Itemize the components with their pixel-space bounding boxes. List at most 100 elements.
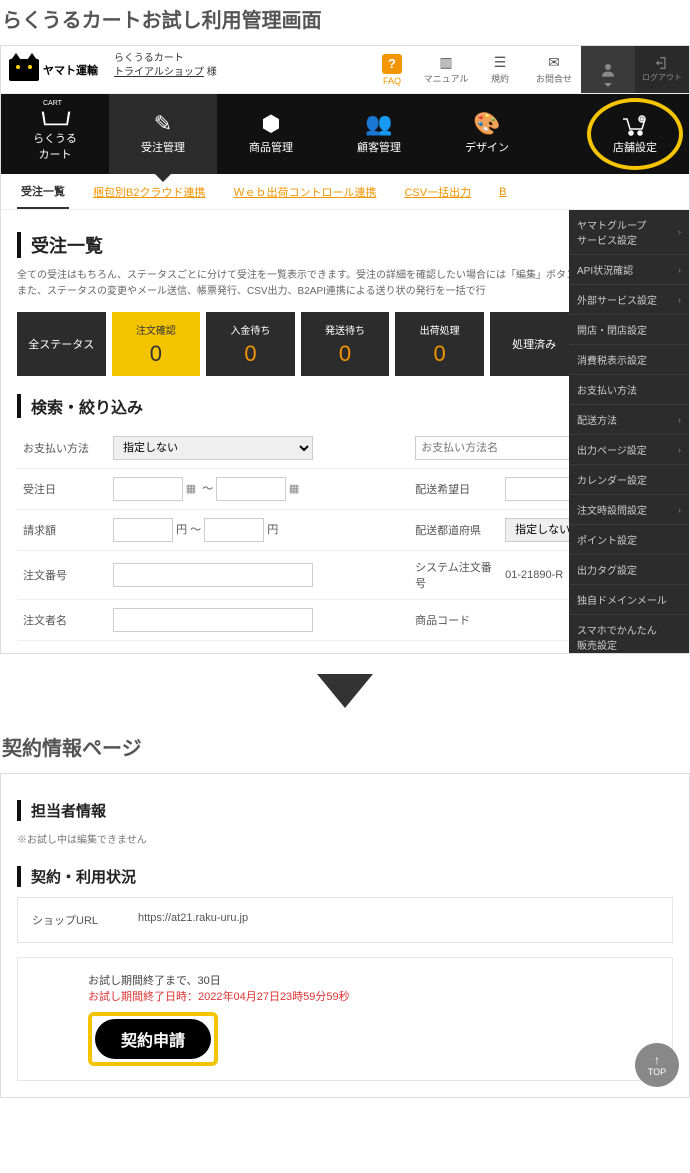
contract-panel: 担当者情報 ※お試し中は編集できません 契約・利用状況 ショップURL http… xyxy=(0,773,690,1098)
chevron-right-icon: › xyxy=(678,415,681,425)
shop-name: らくうるカート xyxy=(114,52,217,66)
input-order-date-from[interactable] xyxy=(113,477,183,501)
status-await-ship[interactable]: 発送待ち0 xyxy=(301,312,390,376)
trial-end: お試し期間終了日時：2022年04月27日23時59分59秒 xyxy=(88,988,658,1004)
apply-highlight: 契約申請 xyxy=(88,1012,218,1066)
palette-icon: 🎨 xyxy=(473,113,500,135)
store-dropdown: ヤマトグループ サービス設定›API状況確認›外部サービス設定›開店・閉店設定消… xyxy=(569,210,689,654)
manual-button[interactable]: ▥マニュアル xyxy=(419,46,473,93)
dropdown-item[interactable]: 消費税表示設定 xyxy=(569,345,689,375)
trial-days: お試し期間終了まで、30日 xyxy=(88,972,658,988)
tab-b2cloud[interactable]: 梱包別B2クラウド連携 xyxy=(89,176,209,208)
user-menu[interactable] xyxy=(581,46,635,93)
lbl-pay-method: お支払い方法 xyxy=(17,428,107,469)
usage-heading: 契約・利用状況 xyxy=(17,866,673,887)
cart-icon xyxy=(41,106,69,126)
status-ship-proc[interactable]: 出荷処理0 xyxy=(395,312,484,376)
status-done[interactable]: 処理済み xyxy=(490,312,579,376)
gear-cart-icon xyxy=(620,113,650,137)
lbl-product-code: 商品コード xyxy=(409,600,499,641)
people-icon: 👥 xyxy=(365,113,392,135)
question-icon: ? xyxy=(382,54,402,74)
main-nav: らくうる カート ✎受注管理 ⬢商品管理 👥顧客管理 🎨デザイン 店舗設定 xyxy=(1,94,689,174)
nav-store-highlight[interactable]: 店舗設定 xyxy=(587,98,683,170)
apply-button[interactable]: 契約申請 xyxy=(95,1019,211,1059)
brand-logo: ヤマト運輸 xyxy=(1,46,106,93)
chevron-right-icon: › xyxy=(678,265,681,275)
input-bill-to[interactable] xyxy=(204,518,264,542)
shop-suffix: 様 xyxy=(207,67,217,78)
dropdown-item[interactable]: 出力ページ設定› xyxy=(569,435,689,465)
dropdown-item[interactable]: 外部サービス設定› xyxy=(569,285,689,315)
input-order-date-to[interactable] xyxy=(216,477,286,501)
input-buyer[interactable] xyxy=(113,608,313,632)
chevron-right-icon: › xyxy=(678,505,681,515)
down-arrow xyxy=(0,654,690,728)
scroll-top-button[interactable]: TOP xyxy=(635,1043,679,1087)
nav-cart[interactable]: らくうる カート xyxy=(1,94,109,174)
tab-csv[interactable]: CSV一括出力 xyxy=(400,176,475,208)
dropdown-item[interactable]: ポイント設定 xyxy=(569,525,689,555)
note-text: ※お試し中は編集できません xyxy=(17,831,673,846)
sel-pay-method[interactable]: 指定しない xyxy=(113,436,313,460)
shop-info: らくうるカート トライアルショップ 様 xyxy=(106,46,225,93)
calendar-icon[interactable]: ▦ xyxy=(183,482,199,495)
lbl-order-date: 受注日 xyxy=(17,469,107,510)
calendar-icon[interactable]: ▦ xyxy=(286,482,302,495)
tab-order-list[interactable]: 受注一覧 xyxy=(17,175,69,209)
brand-text: ヤマト運輸 xyxy=(43,62,98,78)
contact-heading: 担当者情報 xyxy=(17,800,673,821)
url-label: ショップURL xyxy=(32,912,98,928)
url-box: ショップURL https://at21.raku-uru.jp xyxy=(17,897,673,943)
nav-design[interactable]: 🎨デザイン xyxy=(433,94,541,174)
box-icon: ⬢ xyxy=(261,113,280,135)
url-value: https://at21.raku-uru.jp xyxy=(138,912,248,928)
contact-button[interactable]: ✉お問合せ xyxy=(527,46,581,93)
dropdown-item[interactable]: 配送方法› xyxy=(569,405,689,435)
tab-b[interactable]: B xyxy=(495,178,510,206)
section-title-admin: らくうるカートお試し利用管理画面 xyxy=(0,0,690,45)
status-confirm[interactable]: 注文確認0 xyxy=(112,312,201,376)
logout-icon xyxy=(655,56,669,70)
dropdown-item[interactable]: API状況確認› xyxy=(569,255,689,285)
status-await-pay[interactable]: 入金待ち0 xyxy=(206,312,295,376)
dropdown-item[interactable]: お支払い方法 xyxy=(569,375,689,405)
dropdown-item[interactable]: 注文時設問設定› xyxy=(569,495,689,525)
lbl-buyer: 注文者名 xyxy=(17,600,107,641)
status-all[interactable]: 全ステータス xyxy=(17,312,106,376)
terms-button[interactable]: ☰規約 xyxy=(473,46,527,93)
user-icon xyxy=(599,61,617,79)
dropdown-item[interactable]: 開店・閉店設定 xyxy=(569,315,689,345)
dropdown-item[interactable]: 出力タグ設定 xyxy=(569,555,689,585)
sys-no-prefix: 01-21890-R xyxy=(505,569,563,581)
book-icon: ▥ xyxy=(436,54,456,70)
dropdown-item[interactable]: カレンダー設定 xyxy=(569,465,689,495)
chevron-right-icon: › xyxy=(678,445,681,455)
lbl-bill: 請求額 xyxy=(17,510,107,551)
chevron-right-icon: › xyxy=(678,227,681,237)
nav-products[interactable]: ⬢商品管理 xyxy=(217,94,325,174)
input-order-no[interactable] xyxy=(113,563,313,587)
dropdown-item[interactable]: 独自ドメインメール xyxy=(569,585,689,615)
faq-button[interactable]: ?FAQ xyxy=(365,46,419,93)
logout-button[interactable]: ログアウト xyxy=(635,46,689,93)
sub-nav: 受注一覧 梱包別B2クラウド連携 Ｗｅｂ出荷コントロール連携 CSV一括出力 B xyxy=(1,174,689,210)
admin-panel: ヤマト運輸 らくうるカート トライアルショップ 様 ?FAQ ▥マニュアル ☰規… xyxy=(0,45,690,654)
cat-icon xyxy=(9,59,39,81)
doc-icon: ☰ xyxy=(490,54,510,70)
dropdown-item[interactable]: ヤマトグループ サービス設定› xyxy=(569,210,689,255)
dropdown-item[interactable]: スマホでかんたん 販売設定 xyxy=(569,615,689,654)
tab-web-ship[interactable]: Ｗｅｂ出荷コントロール連携 xyxy=(229,176,380,208)
topbar: ヤマト運輸 らくうるカート トライアルショップ 様 ?FAQ ▥マニュアル ☰規… xyxy=(1,46,689,94)
input-delivery-date[interactable] xyxy=(505,477,575,501)
lbl-order-no: 注文番号 xyxy=(17,551,107,600)
section-title-contract: 契約情報ページ xyxy=(0,728,690,773)
shop-link[interactable]: トライアルショップ xyxy=(114,67,204,78)
nav-customers[interactable]: 👥顧客管理 xyxy=(325,94,433,174)
chevron-right-icon: › xyxy=(678,295,681,305)
mail-icon: ✉ xyxy=(544,54,564,70)
lbl-pref: 配送都道府県 xyxy=(409,510,499,551)
nav-orders[interactable]: ✎受注管理 xyxy=(109,94,217,174)
input-bill-from[interactable] xyxy=(113,518,173,542)
top-icons: ?FAQ ▥マニュアル ☰規約 ✉お問合せ ログアウト xyxy=(365,46,689,93)
